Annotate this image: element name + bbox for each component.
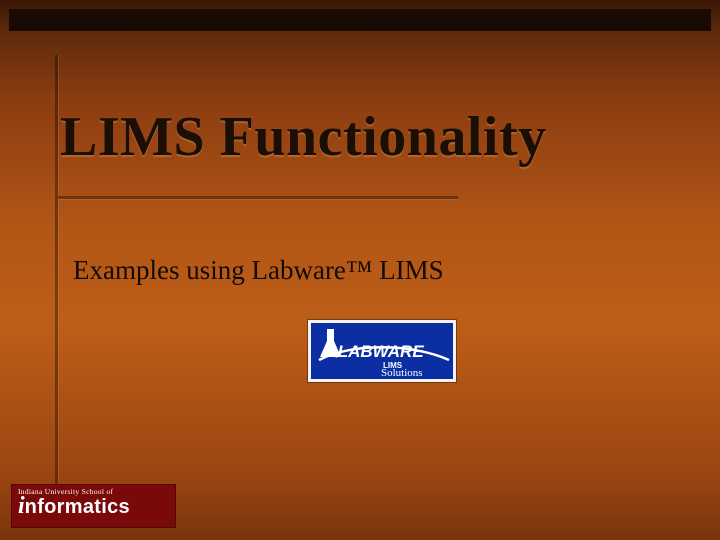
vertical-rule <box>55 55 58 510</box>
svg-text:\LABWARE: \LABWARE <box>333 342 424 361</box>
top-decorative-band <box>9 9 711 31</box>
slide: LIMS Functionality Examples using Labwar… <box>0 0 720 540</box>
labware-logo-name: LABWARE <box>338 342 425 361</box>
iu-informatics-logo: Indiana University School of i nformatic… <box>11 484 176 528</box>
labware-logo: \LABWARE LIMS Solutions <box>308 320 456 382</box>
labware-tagline-bottom: Solutions <box>381 367 423 379</box>
slide-title: LIMS Functionality <box>60 108 680 167</box>
iu-word-rest: nformatics <box>25 497 130 517</box>
title-underline <box>58 196 458 199</box>
iu-informatics-word: i nformatics <box>18 494 169 518</box>
labware-logo-svg: \LABWARE LIMS Solutions <box>311 323 453 379</box>
slide-subtitle: Examples using Labware™ LIMS <box>73 255 444 286</box>
iu-word-i: i <box>18 494 25 518</box>
